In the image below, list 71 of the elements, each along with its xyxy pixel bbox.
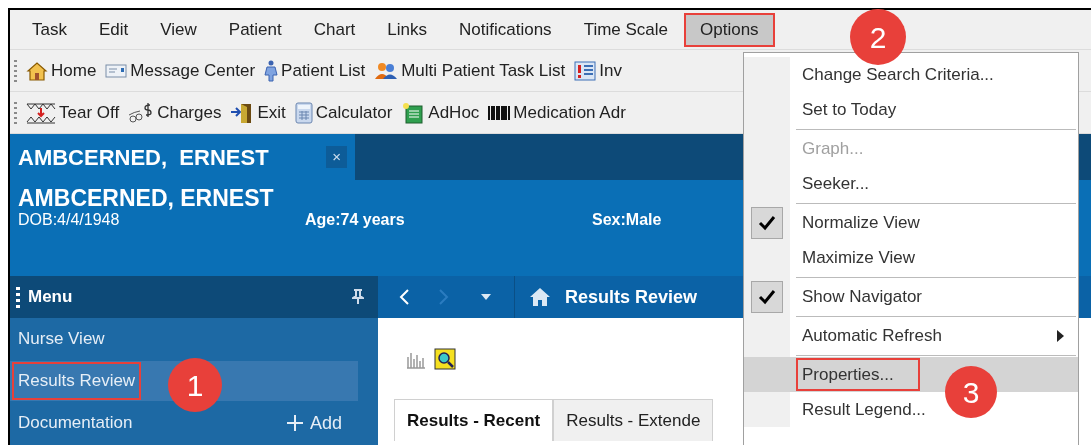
sidebar-item[interactable]: Results Review	[12, 362, 142, 400]
menu-item[interactable]: Options	[684, 12, 775, 47]
navigator-title: Results Review	[565, 285, 698, 309]
menu-option-label: Automatic Refresh	[802, 324, 942, 347]
charges-icon	[128, 101, 155, 124]
menu-option[interactable]: Maximize View	[744, 240, 1078, 275]
pin-icon[interactable]	[352, 289, 364, 305]
menu-option[interactable]: Show Navigator	[744, 279, 1078, 314]
toolbar-button[interactable]: Tear Off	[26, 99, 120, 126]
sidebar-item[interactable]: Nurse View	[18, 326, 105, 352]
sidebar-item[interactable]: Documentation	[18, 410, 133, 436]
sex-text: Sex:Male	[592, 210, 662, 230]
menu-option[interactable]: Set to Today	[744, 92, 1078, 127]
menu-option-label: Normalize View	[802, 211, 920, 234]
menu-item[interactable]: Time Scale	[567, 12, 685, 47]
add-button[interactable]: Add	[285, 409, 342, 437]
clipboard-icon	[401, 101, 426, 124]
toolbar-button[interactable]: Exit	[230, 99, 286, 126]
people-icon	[374, 61, 399, 80]
toolbar-button[interactable]: Charges	[128, 99, 222, 126]
toolbar-grip-icon	[14, 59, 18, 82]
age-text: Age:74 years	[305, 210, 406, 230]
menu-option-label: Properties...	[796, 357, 920, 392]
tear-off-icon	[26, 101, 56, 124]
patient-name: AMBCERNED, ERNEST	[18, 186, 274, 210]
menu-item[interactable]: Task	[16, 12, 83, 47]
menu-item[interactable]: Notifications	[443, 12, 568, 47]
document-search-icon[interactable]	[434, 348, 456, 370]
toolbar-button[interactable]: Medication Adr	[488, 99, 626, 126]
back-icon[interactable]	[398, 288, 410, 306]
home-icon[interactable]	[529, 287, 551, 307]
grip-icon	[16, 285, 20, 309]
menu-option[interactable]: Seeker...	[744, 166, 1078, 201]
barcode-icon	[488, 105, 511, 120]
toolbar-grip-icon	[14, 101, 18, 124]
person-icon	[264, 59, 279, 82]
submenu-arrow-icon	[1057, 329, 1064, 342]
toolbar-button[interactable]: Multi Patient Task List	[374, 57, 566, 84]
menu-option-label: Set to Today	[802, 98, 897, 121]
toolbar-button[interactable]: AdHoc	[401, 99, 480, 126]
house-icon	[26, 60, 48, 81]
plus-icon	[285, 414, 304, 432]
menu-item[interactable]: View	[144, 12, 213, 47]
patient-tab[interactable]: AMBCERNED, ERNEST ×	[10, 134, 355, 180]
menu-option-label: Seeker...	[802, 172, 870, 195]
envelope-icon	[105, 62, 128, 79]
menu-item[interactable]: Links	[371, 12, 443, 47]
toolbar-button[interactable]: Home	[26, 57, 97, 84]
menu-item[interactable]: Edit	[82, 12, 145, 47]
menu-option[interactable]: Automatic Refresh	[744, 318, 1078, 353]
patient-tab-label: AMBCERNED, ERNEST	[18, 143, 269, 172]
list-icon	[574, 60, 597, 81]
calculator-icon	[294, 101, 313, 124]
menu-option-label: Change Search Criteria...	[802, 63, 994, 86]
results-tab[interactable]: Results - Recent	[394, 399, 554, 441]
menu-option-label: Result Legend...	[802, 398, 926, 421]
close-button[interactable]: ×	[326, 146, 347, 168]
menu-option[interactable]: Normalize View	[744, 205, 1078, 240]
results-tab[interactable]: Results - Extende	[553, 399, 714, 441]
sidebar-title: Menu	[28, 286, 73, 309]
menu-option-label: Show Navigator	[802, 285, 922, 308]
menu-option-label: Maximize View	[802, 246, 916, 269]
toolbar-button[interactable]: Calculator	[294, 99, 393, 126]
dropdown-caret-icon[interactable]	[480, 293, 492, 301]
menu-item[interactable]: Chart	[297, 12, 372, 47]
dob-text: DOB:4/4/1948	[18, 210, 121, 230]
toolbar-button[interactable]: Inv	[574, 57, 622, 84]
menu-item[interactable]: Patient	[212, 12, 298, 47]
toolbar-button[interactable]: Message Center	[105, 57, 256, 84]
menu-option-label: Graph...	[802, 137, 864, 160]
toolbar-button[interactable]: Patient List	[264, 57, 366, 84]
